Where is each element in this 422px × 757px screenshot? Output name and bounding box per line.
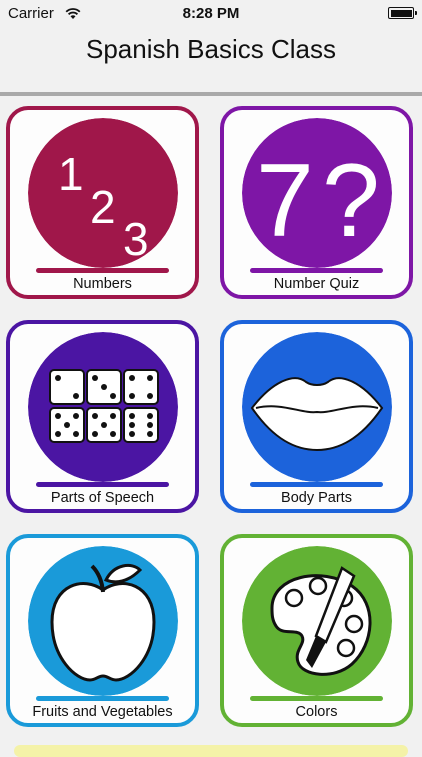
tile-parts-of-speech[interactable]: Parts of Speech	[6, 320, 199, 513]
tile-bar	[36, 696, 169, 701]
tile-bar	[250, 268, 383, 273]
tile-number-quiz[interactable]: 7 ? Number Quiz	[220, 106, 413, 299]
numbers-icon-1: 1	[58, 148, 84, 200]
tile-numbers[interactable]: 1 2 3 Numbers	[6, 106, 199, 299]
tile-bar	[36, 482, 169, 487]
tile-fruits-and-vegetables[interactable]: Fruits and Vegetables	[6, 534, 199, 727]
header-divider	[0, 92, 422, 96]
lips-icon	[241, 332, 392, 482]
dice-icon	[27, 332, 178, 482]
apple-icon	[27, 546, 178, 696]
tile-bar	[250, 696, 383, 701]
palette-icon	[241, 546, 392, 696]
status-bar: Carrier 8:28 PM	[0, 0, 422, 28]
numbers-icon: 1 2 3	[27, 118, 178, 268]
page-title: Spanish Basics Class	[86, 34, 336, 64]
battery-icon	[388, 7, 417, 19]
clock: 8:28 PM	[182, 5, 240, 22]
tile-bar	[36, 268, 169, 273]
tile-body-parts[interactable]: Body Parts	[220, 320, 413, 513]
tile-label-parts-of-speech: Parts of Speech	[50, 490, 155, 506]
numbers-icon-3: 3	[123, 213, 149, 265]
numbers-icon-2: 2	[90, 181, 116, 233]
quiz-icon-7: 7	[256, 143, 314, 259]
tile-label-numbers: Numbers	[73, 276, 132, 292]
next-tile-peek	[14, 745, 408, 757]
tile-label-body-parts: Body Parts	[281, 490, 352, 506]
tile-label-number-quiz: Number Quiz	[273, 276, 360, 292]
quiz-icon-question: ?	[322, 143, 380, 259]
tile-colors[interactable]: Colors	[220, 534, 413, 727]
number-quiz-icon: 7 ?	[241, 118, 392, 268]
tile-bar	[250, 482, 383, 487]
tile-label-fruits-and-vegetables: Fruits and Vegetables	[32, 704, 173, 720]
tile-label-colors: Colors	[295, 704, 338, 720]
